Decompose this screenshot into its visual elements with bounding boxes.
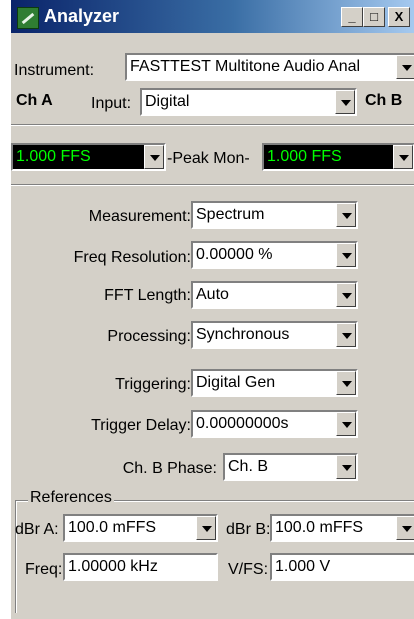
references-title: References xyxy=(28,489,114,507)
vfs-label: V/FS: xyxy=(228,561,269,578)
peak-mon-select[interactable]: 1.000 FFS xyxy=(262,143,414,171)
instrument-select[interactable]: FASTTEST Multitone Audio Anal xyxy=(125,53,414,81)
freq-value: 1.00000 kHz xyxy=(68,558,158,575)
dbr-b-select[interactable]: 100.0 mFFS xyxy=(270,514,414,542)
close-button[interactable]: X xyxy=(388,7,410,27)
chevron-down-icon[interactable] xyxy=(336,412,356,436)
vfs-value: 1.000 V xyxy=(275,558,331,575)
input-value: Digital xyxy=(145,93,190,110)
dbr-a-value: 100.0 mFFS xyxy=(68,519,157,536)
trigger-delay-value: 0.00000000s xyxy=(196,415,289,432)
peak-mon-label: -Peak Mon- xyxy=(167,150,250,167)
chevron-down-icon[interactable] xyxy=(335,90,355,114)
chevron-down-icon[interactable] xyxy=(396,516,414,540)
chevron-down-icon[interactable] xyxy=(336,371,356,395)
trigger-delay-label: Trigger Delay: xyxy=(91,417,191,434)
chevron-down-icon[interactable] xyxy=(336,455,356,479)
dbr-a-label: dBr A: xyxy=(15,521,59,538)
minimize-button[interactable]: _ xyxy=(341,7,363,27)
ch-a-level-value: 1.000 FFS xyxy=(16,148,91,165)
ch-b-phase-select[interactable]: Ch. B xyxy=(223,453,358,481)
analyzer-app-icon xyxy=(17,7,39,29)
freq-resolution-value: 0.00000 % xyxy=(196,246,273,263)
dbr-b-label: dBr B: xyxy=(226,521,271,538)
channel-b-label: Ch B xyxy=(365,92,403,109)
processing-value: Synchronous xyxy=(196,326,290,343)
divider xyxy=(11,124,414,126)
fft-length-value: Auto xyxy=(196,286,229,303)
title-bar[interactable]: Analyzer _ □ X xyxy=(11,0,414,33)
instrument-value: FASTTEST Multitone Audio Anal xyxy=(130,58,361,75)
measurement-label: Measurement: xyxy=(88,208,191,225)
window-title: Analyzer xyxy=(44,6,120,26)
triggering-select[interactable]: Digital Gen xyxy=(191,369,358,397)
triggering-value: Digital Gen xyxy=(196,374,276,391)
processing-select[interactable]: Synchronous xyxy=(191,321,358,349)
vfs-input[interactable]: 1.000 V xyxy=(270,553,414,581)
chevron-down-icon[interactable] xyxy=(396,55,414,79)
maximize-button[interactable]: □ xyxy=(363,7,385,27)
measurement-select[interactable]: Spectrum xyxy=(191,201,358,229)
fft-length-select[interactable]: Auto xyxy=(191,281,358,309)
input-label: Input: xyxy=(91,95,132,112)
input-select[interactable]: Digital xyxy=(140,88,357,116)
freq-input[interactable]: 1.00000 kHz xyxy=(63,553,218,581)
fft-length-label: FFT Length: xyxy=(104,287,191,304)
chevron-down-icon[interactable] xyxy=(144,145,164,169)
ch-a-level-select[interactable]: 1.000 FFS xyxy=(11,143,166,171)
channel-a-label: Ch A xyxy=(16,92,53,109)
peak-mon-value: 1.000 FFS xyxy=(267,148,342,165)
chevron-down-icon[interactable] xyxy=(336,323,356,347)
freq-label: Freq: xyxy=(25,561,63,578)
chevron-down-icon[interactable] xyxy=(196,516,216,540)
analyzer-window: Analyzer _ □ X Instrument: FASTTEST Mult… xyxy=(10,0,414,619)
dbr-b-value: 100.0 mFFS xyxy=(275,519,364,536)
chevron-down-icon[interactable] xyxy=(336,203,356,227)
ch-b-phase-value: Ch. B xyxy=(228,458,269,475)
freq-resolution-label: Freq Resolution: xyxy=(73,249,191,266)
chevron-down-icon[interactable] xyxy=(393,145,413,169)
divider xyxy=(11,184,414,186)
freq-resolution-select[interactable]: 0.00000 % xyxy=(191,241,358,269)
dbr-a-select[interactable]: 100.0 mFFS xyxy=(63,514,218,542)
chevron-down-icon[interactable] xyxy=(336,243,356,267)
chevron-down-icon[interactable] xyxy=(336,283,356,307)
ch-b-phase-label: Ch. B Phase: xyxy=(122,460,217,477)
instrument-label: Instrument: xyxy=(14,62,95,79)
processing-label: Processing: xyxy=(107,328,191,345)
triggering-label: Triggering: xyxy=(115,376,191,393)
measurement-value: Spectrum xyxy=(196,206,265,223)
trigger-delay-select[interactable]: 0.00000000s xyxy=(191,410,358,438)
